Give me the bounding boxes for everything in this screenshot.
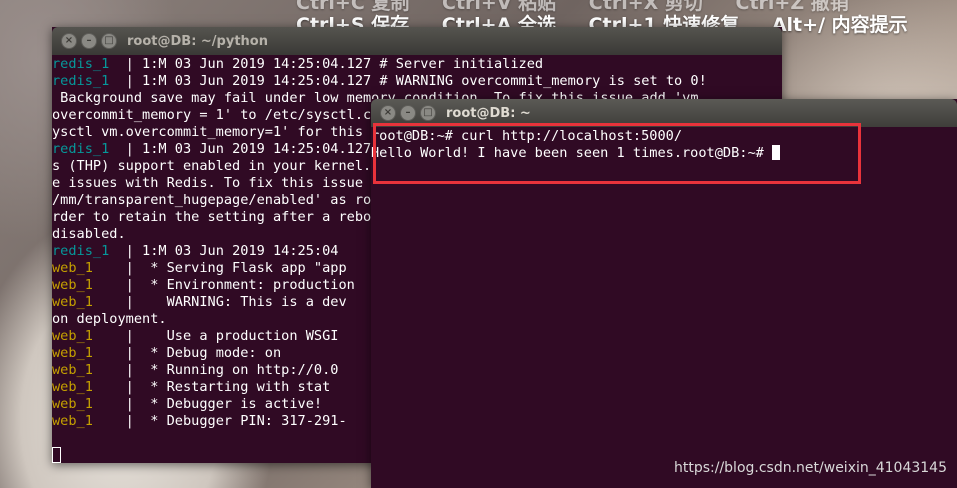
service-prefix: redis_1: [52, 56, 110, 72]
window-title: root@DB: ~: [446, 105, 531, 121]
maximize-icon[interactable]: □: [420, 105, 436, 121]
log-text: * Debugger PIN: 317-291-: [142, 413, 347, 429]
separator: |: [92, 379, 143, 395]
minimize-icon[interactable]: –: [81, 33, 97, 49]
terminal-cursor: [52, 447, 61, 463]
separator: |: [92, 362, 143, 378]
service-prefix: web_1: [52, 260, 93, 276]
service-prefix: web_1: [52, 362, 93, 378]
log-text: * Serving Flask app "app: [142, 260, 347, 276]
log-text: * Restarting with stat: [142, 379, 331, 395]
service-prefix: redis_1: [52, 141, 110, 157]
log-text: Use a production WSGI: [142, 328, 339, 344]
watermark: https://blog.csdn.net/weixin_41043145: [673, 460, 947, 476]
service-prefix: web_1: [52, 277, 93, 293]
close-icon[interactable]: ×: [380, 105, 396, 121]
service-prefix: web_1: [52, 396, 93, 412]
log-text: * Debug mode: on: [142, 345, 282, 361]
service-prefix: redis_1: [52, 73, 110, 89]
terminal-output[interactable]: root@DB:~# curl http://localhost:5000/ H…: [371, 127, 957, 488]
log-text: 1:M 03 Jun 2019 14:25:04.127 # WARNING o…: [142, 73, 707, 89]
service-prefix: web_1: [52, 328, 93, 344]
terminal-titlebar[interactable]: × – □ root@DB: ~/python: [52, 27, 782, 55]
separator: |: [92, 328, 143, 344]
terminal-command-line: root@DB:~# curl http://localhost:5000/: [371, 128, 682, 144]
log-text: WARNING: This is a dev: [142, 294, 347, 310]
service-prefix: web_1: [52, 413, 93, 429]
separator: |: [92, 294, 143, 310]
separator: |: [92, 277, 143, 293]
window-title: root@DB: ~/python: [127, 33, 268, 49]
log-text: * Running on http://0.0: [142, 362, 339, 378]
maximize-icon[interactable]: □: [101, 33, 117, 49]
log-text: on deployment.: [52, 311, 167, 327]
log-text: disabled.: [52, 226, 126, 242]
log-text: 1:M 03 Jun 2019 14:25:04.127 # Server in…: [142, 56, 544, 72]
log-line: redis_1 | 1:M 03 Jun 2019 14:25:04.127 #…: [52, 56, 782, 73]
log-text: 1:M 03 Jun 2019 14:25:04: [142, 243, 339, 259]
separator: |: [109, 73, 143, 89]
terminal-window-home[interactable]: × – □ root@DB: ~ root@DB:~# curl http://…: [371, 99, 957, 488]
separator: |: [92, 345, 143, 361]
service-prefix: web_1: [52, 379, 93, 395]
separator: |: [92, 396, 143, 412]
service-prefix: web_1: [52, 294, 93, 310]
terminal-titlebar[interactable]: × – □ root@DB: ~: [371, 99, 957, 127]
terminal-output-line: Hello World! I have been seen 1 times.ro…: [371, 145, 957, 162]
separator: |: [92, 413, 143, 429]
separator: |: [109, 243, 143, 259]
separator: |: [109, 56, 143, 72]
separator: |: [109, 141, 143, 157]
separator: |: [92, 260, 143, 276]
log-line: redis_1 | 1:M 03 Jun 2019 14:25:04.127 #…: [52, 73, 782, 90]
log-text: * Environment: production: [142, 277, 355, 293]
service-prefix: redis_1: [52, 243, 110, 259]
service-prefix: web_1: [52, 345, 93, 361]
output-text: Hello World! I have been seen 1 times.ro…: [371, 145, 773, 161]
terminal-cursor: [772, 145, 781, 160]
minimize-icon[interactable]: –: [400, 105, 416, 121]
log-text: * Debugger is active!: [142, 396, 323, 412]
wallpaper-shortcut: Alt+/ 内容提示: [771, 14, 908, 36]
close-icon[interactable]: ×: [61, 33, 77, 49]
